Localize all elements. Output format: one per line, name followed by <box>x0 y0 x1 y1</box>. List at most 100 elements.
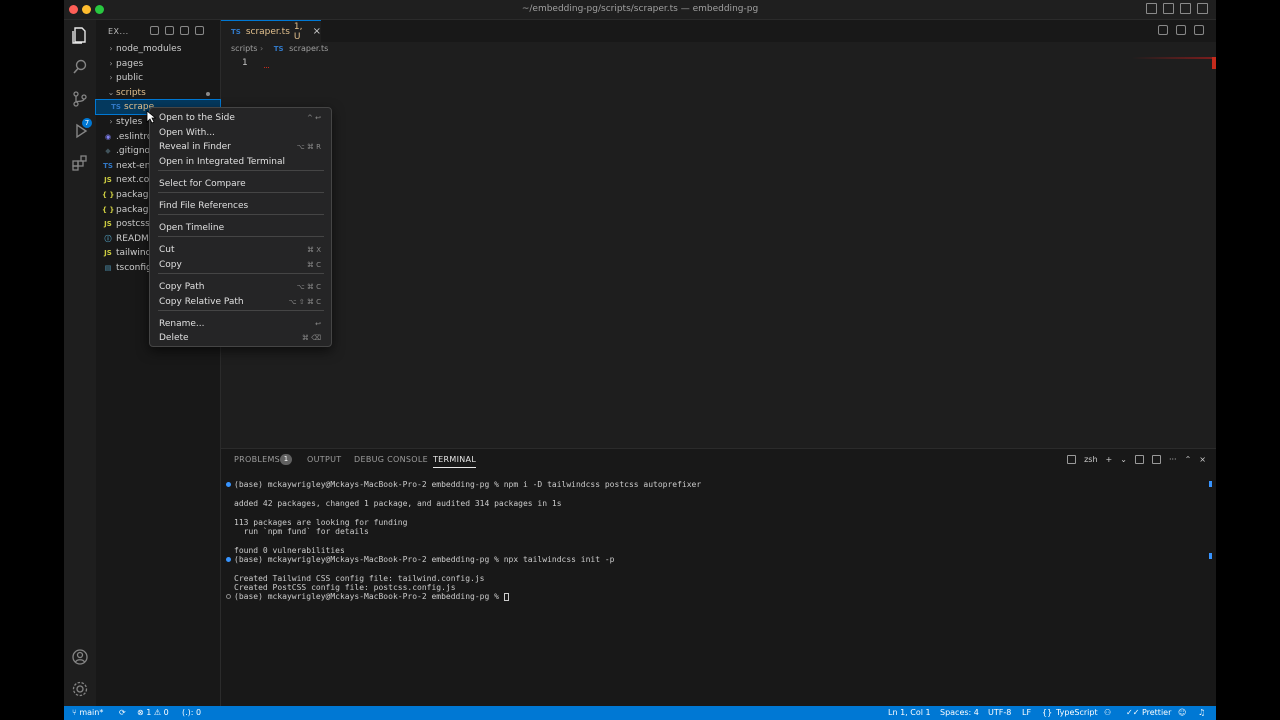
source-control-icon[interactable] <box>71 90 89 108</box>
tree-item[interactable]: › pages <box>96 57 220 71</box>
shell-name[interactable]: zsh <box>1084 455 1097 464</box>
command-decoration-icon[interactable] <box>226 482 231 487</box>
context-menu-item[interactable]: Open With... <box>150 126 331 140</box>
indentation[interactable]: Spaces: 4 <box>940 708 979 717</box>
context-menu-item[interactable]: Open in Integrated Terminal <box>150 155 331 169</box>
collapse-all-icon[interactable] <box>195 26 204 35</box>
chevron-up-icon[interactable]: ⌃ <box>1185 455 1192 464</box>
tree-item-label: next.co <box>116 175 150 186</box>
toggle-secondary-sidebar-icon[interactable] <box>1180 3 1191 14</box>
cursor-position[interactable]: Ln 1, Col 1 <box>888 708 931 717</box>
settings-gear-icon[interactable] <box>71 680 89 698</box>
line-number: 1 <box>242 58 248 68</box>
tab-problems[interactable]: PROBLEMS <box>234 455 280 464</box>
tree-item-label: tsconfig <box>116 263 152 273</box>
tab-terminal[interactable]: TERMINAL <box>433 455 477 468</box>
new-folder-icon[interactable] <box>165 26 174 35</box>
encoding[interactable]: UTF-8 <box>988 708 1011 717</box>
explorer-icon[interactable] <box>71 26 89 44</box>
compare-icon[interactable] <box>1158 25 1168 35</box>
notifications-bell-icon[interactable]: ♫ <box>1198 708 1205 717</box>
prompt-text: (base) mckaywrigley@Mckays-MacBook-Pro-2… <box>234 592 504 601</box>
problems-indicator[interactable]: ⊗ 1 ⚠ 0 <box>137 708 169 717</box>
end-of-line[interactable]: LF <box>1022 708 1031 717</box>
git-file-icon: ◆ <box>105 147 111 156</box>
split-editor-icon[interactable] <box>1176 25 1186 35</box>
context-menu-item[interactable]: Find File References <box>150 199 331 213</box>
toggle-panel-icon[interactable] <box>1163 3 1174 14</box>
close-panel-icon[interactable]: × <box>1199 455 1206 464</box>
context-menu-label: Open in Integrated Terminal <box>159 157 285 167</box>
tree-item[interactable]: › public <box>96 71 220 85</box>
split-terminal-icon[interactable] <box>1134 455 1144 464</box>
context-menu-label: Open to the Side <box>159 113 235 123</box>
context-menu-item[interactable]: Cut ⌘ X <box>150 243 331 257</box>
new-file-icon[interactable] <box>150 26 159 35</box>
json-file-icon: { } <box>102 191 115 199</box>
breadcrumb-folder[interactable]: scripts <box>231 44 257 53</box>
error-squiggle <box>264 66 269 68</box>
sync-icon[interactable]: ⟳ <box>119 708 126 717</box>
feedback-icon[interactable]: ☺ <box>1178 708 1186 717</box>
context-menu-item[interactable]: Select for Compare <box>150 177 331 191</box>
ports-indicator[interactable]: (.): 0 <box>182 708 201 717</box>
extensions-icon[interactable] <box>71 154 89 172</box>
tab-scraper-ts[interactable]: TS scraper.ts 1, U × <box>221 20 321 42</box>
context-menu-item[interactable]: Delete ⌘ ⌫ <box>150 331 331 345</box>
tab-output[interactable]: OUTPUT <box>307 455 341 464</box>
run-debug-icon[interactable] <box>71 122 89 140</box>
new-terminal-icon[interactable]: + <box>1106 455 1113 464</box>
customize-layout-icon[interactable] <box>1197 3 1208 14</box>
formatter[interactable]: ✓✓ Prettier <box>1126 708 1171 717</box>
chevron-down-icon[interactable]: ⌄ <box>1120 455 1127 464</box>
context-menu-item[interactable]: Reveal in Finder ⌥ ⌘ R <box>150 140 331 154</box>
refresh-icon[interactable] <box>180 26 189 35</box>
tab-debug-console[interactable]: DEBUG CONSOLE <box>354 455 428 464</box>
context-menu-label: Select for Compare <box>159 179 246 189</box>
context-menu-item[interactable]: Copy Relative Path ⌥ ⇧ ⌘ C <box>150 295 331 309</box>
more-icon[interactable]: ··· <box>1169 455 1177 464</box>
context-menu-item[interactable]: Copy Path ⌥ ⌘ C <box>150 280 331 294</box>
terminal-icon <box>1067 455 1077 464</box>
context-menu-item[interactable]: Copy ⌘ C <box>150 258 331 272</box>
menu-separator <box>158 192 324 193</box>
chevron-right-icon[interactable]: › <box>106 42 116 56</box>
context-menu-label: Copy Relative Path <box>159 297 244 307</box>
scrollbar-marker <box>1209 553 1212 559</box>
copilot-icon[interactable]: ⚇ <box>1104 708 1111 717</box>
keyboard-shortcut: ⌥ ⌘ R <box>296 143 321 151</box>
scrollbar-marker <box>1209 481 1212 487</box>
terminal-line: Created PostCSS config file: postcss.con… <box>234 583 456 592</box>
chevron-right-icon[interactable]: › <box>106 57 116 71</box>
javascript-file-icon: JS <box>104 249 112 258</box>
context-menu-item[interactable]: Rename... ↩ <box>150 317 331 331</box>
tree-item[interactable]: › node_modules <box>96 42 220 56</box>
context-menu-item[interactable]: Open to the Side ^ ↩ <box>150 111 331 125</box>
tree-item[interactable]: ⌄ scripts <box>96 86 220 100</box>
terminal-line: 113 packages are looking for funding <box>234 518 408 527</box>
chevron-down-icon[interactable]: ⌄ <box>106 86 116 100</box>
context-menu-label: Open With... <box>159 128 215 138</box>
context-menu-item[interactable]: Open Timeline <box>150 221 331 235</box>
language-mode[interactable]: TypeScript <box>1056 708 1098 717</box>
accounts-icon[interactable] <box>71 648 89 666</box>
keyboard-shortcut: ⌘ X <box>306 246 321 254</box>
branch-indicator[interactable]: ⑂ main* <box>72 708 103 717</box>
more-actions-icon[interactable] <box>1194 25 1204 35</box>
chevron-right-icon[interactable]: › <box>106 115 116 129</box>
command-decoration-icon[interactable] <box>226 557 231 562</box>
tree-item-label: node_modules <box>116 44 182 54</box>
terminal-line: added 42 packages, changed 1 package, an… <box>234 499 562 508</box>
search-icon[interactable] <box>71 58 89 76</box>
toggle-sidebar-icon[interactable] <box>1146 3 1157 14</box>
keyboard-shortcut: ^ ↩ <box>307 114 321 122</box>
chevron-right-icon[interactable]: › <box>106 71 116 85</box>
typescript-file-icon: TS <box>103 161 113 170</box>
modified-indicator-icon <box>206 92 210 96</box>
close-tab-icon[interactable]: × <box>313 26 321 37</box>
breadcrumb: scripts › TS scraper.ts <box>231 44 329 53</box>
terminal-prompt[interactable]: (base) mckaywrigley@Mckays-MacBook-Pro-2… <box>234 592 509 601</box>
trash-icon[interactable] <box>1151 455 1161 464</box>
breadcrumb-file[interactable]: scraper.ts <box>289 44 328 53</box>
command-decoration-icon[interactable] <box>226 594 231 599</box>
